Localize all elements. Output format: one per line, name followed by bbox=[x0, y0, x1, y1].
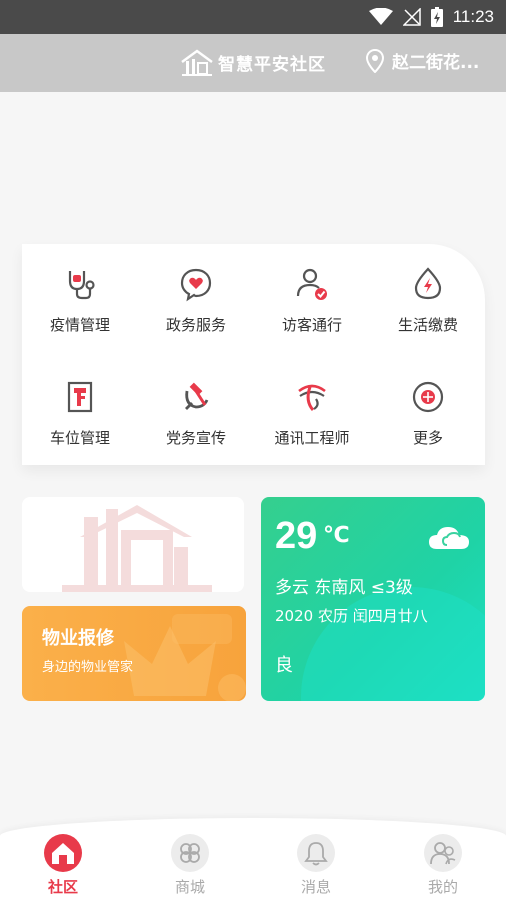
nav-shop[interactable]: 商城 bbox=[150, 834, 230, 897]
wifi-icon bbox=[368, 8, 393, 25]
community-logo-icon bbox=[181, 49, 213, 76]
service-epidemic-management[interactable]: 疫情管理 bbox=[22, 266, 138, 366]
service-label: 政务服务 bbox=[165, 316, 226, 334]
visitor-icon bbox=[296, 268, 327, 300]
community-watermark-logo bbox=[62, 505, 212, 592]
brand-title: 智慧平安社区 bbox=[218, 54, 326, 75]
service-visitor-access[interactable]: 访客通行 bbox=[254, 266, 370, 366]
status-bar: 11:23 bbox=[0, 0, 506, 34]
service-label: 更多 bbox=[412, 429, 443, 447]
bottom-nav: 社区 商城 消息 我的 bbox=[0, 818, 506, 900]
service-telecom-engineer[interactable]: 通讯工程师 bbox=[254, 379, 370, 479]
weather-date: 2020 农历 闰四月廿八 bbox=[275, 607, 428, 625]
nav-label-messages: 消息 bbox=[300, 878, 331, 896]
bell-icon bbox=[304, 842, 328, 866]
nav-community[interactable]: 社区 bbox=[23, 834, 103, 897]
parking-icon bbox=[67, 381, 93, 413]
service-label: 车位管理 bbox=[49, 429, 110, 447]
nav-messages[interactable]: 消息 bbox=[276, 834, 356, 897]
community-banner[interactable] bbox=[22, 497, 244, 592]
telecom-icon bbox=[298, 384, 326, 411]
service-label: 生活缴费 bbox=[397, 316, 458, 334]
cloudy-icon bbox=[429, 527, 469, 549]
shop-icon-badge bbox=[171, 834, 209, 872]
weather-temperature: 29 bbox=[275, 515, 318, 557]
service-government[interactable]: 政务服务 bbox=[138, 266, 254, 366]
battery-charging-icon bbox=[430, 7, 443, 27]
header: 智慧平安社区 赵二街花... bbox=[0, 34, 506, 92]
service-more[interactable]: 更多 bbox=[370, 379, 486, 479]
property-repair-card[interactable]: 物业报修 身边的物业管家 bbox=[22, 606, 246, 701]
home-icon bbox=[52, 843, 74, 864]
more-icon bbox=[412, 381, 444, 413]
services-card: 疫情管理 政务服务 访客通行 生活缴费 车位管理 党务宣传 通讯工程师 更多 bbox=[22, 244, 485, 465]
status-icons: 11:23 bbox=[368, 6, 494, 28]
no-signal-icon bbox=[402, 8, 421, 26]
crown-decoration-icon bbox=[124, 614, 246, 701]
water-drop-bolt-icon bbox=[414, 267, 442, 300]
service-parking[interactable]: 车位管理 bbox=[22, 379, 138, 479]
bell-icon-badge bbox=[297, 834, 335, 872]
location-pin-icon bbox=[366, 48, 384, 73]
nav-label-shop: 商城 bbox=[174, 878, 205, 896]
location-text: 赵二街花... bbox=[392, 53, 480, 73]
location-selector[interactable]: 赵二街花... bbox=[366, 48, 479, 73]
nav-label-profile: 我的 bbox=[427, 878, 458, 896]
service-label: 访客通行 bbox=[281, 316, 342, 334]
brand: 智慧平安社区 bbox=[180, 48, 326, 76]
nav-label-community: 社区 bbox=[47, 878, 78, 896]
heart-chat-icon bbox=[180, 268, 212, 302]
home-icon-badge bbox=[44, 834, 82, 872]
profile-icon bbox=[430, 842, 456, 865]
weather-condition: 多云 东南风 ≤3级 bbox=[275, 578, 413, 598]
weather-air-quality: 良 bbox=[275, 655, 293, 676]
service-utility-payment[interactable]: 生活缴费 bbox=[370, 266, 486, 366]
weather-card[interactable]: 29 ℃ 多云 东南风 ≤3级 2020 农历 闰四月廿八 良 bbox=[261, 497, 485, 701]
shop-icon bbox=[180, 843, 200, 863]
profile-icon-badge bbox=[424, 834, 462, 872]
service-label: 通讯工程师 bbox=[274, 429, 350, 447]
weather-unit: ℃ bbox=[323, 523, 350, 548]
hammer-sickle-icon bbox=[185, 382, 209, 410]
repair-title: 物业报修 bbox=[42, 628, 114, 649]
stethoscope-icon bbox=[68, 271, 95, 300]
service-party-affairs[interactable]: 党务宣传 bbox=[138, 379, 254, 479]
repair-subtitle: 身边的物业管家 bbox=[42, 660, 134, 675]
status-time: 11:23 bbox=[452, 7, 494, 26]
service-label: 党务宣传 bbox=[165, 429, 226, 447]
service-label: 疫情管理 bbox=[49, 316, 110, 334]
nav-profile[interactable]: 我的 bbox=[403, 834, 483, 897]
